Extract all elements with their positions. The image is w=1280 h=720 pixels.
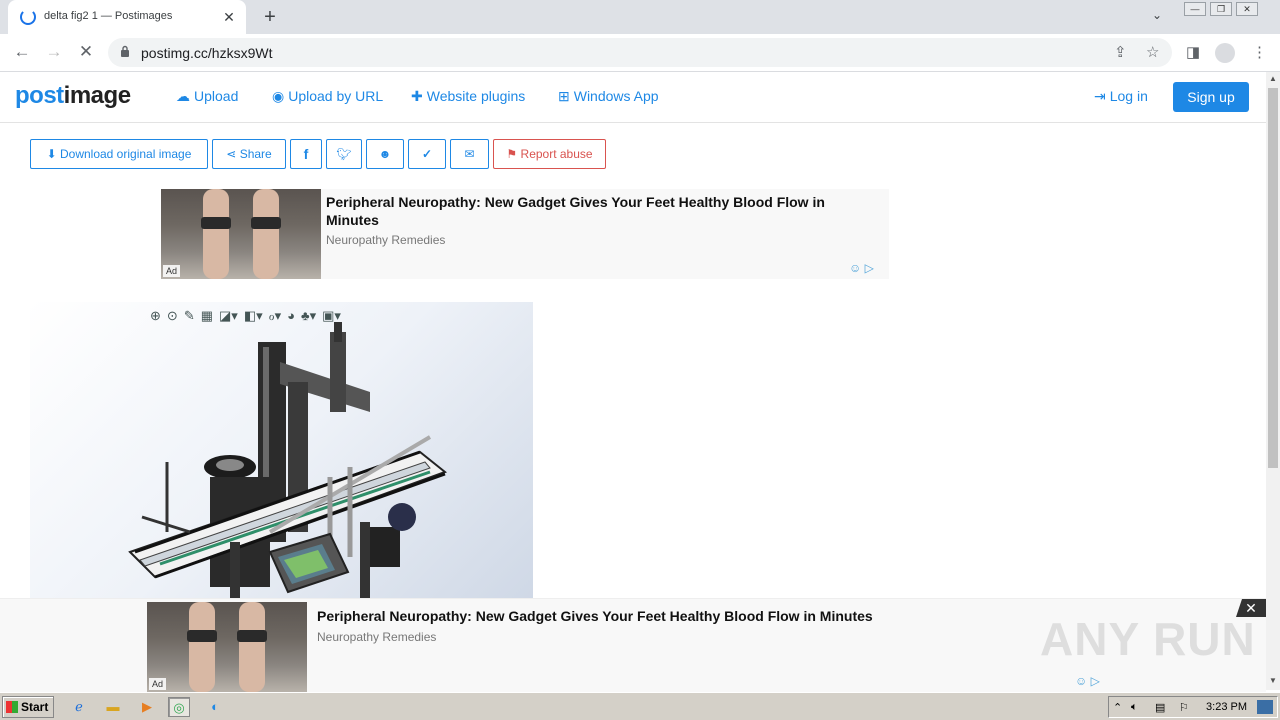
bottom-ad[interactable]: Ad Peripheral Neuropathy: New Gadget Giv…	[147, 602, 1117, 692]
start-button[interactable]: Start	[2, 696, 54, 718]
globe-icon: ◉	[272, 88, 285, 104]
minimize-icon[interactable]: —	[1184, 2, 1206, 16]
network-icon[interactable]: ▤	[1155, 701, 1165, 714]
bottom-adchoices-icon[interactable]: ☺ ▷	[1075, 674, 1100, 688]
nav-windows-app[interactable]: ⊞ Windows App	[558, 88, 659, 105]
loading-spinner-icon	[20, 9, 36, 25]
report-abuse-button[interactable]: ⚑ Report abuse	[493, 139, 606, 169]
tab-close-icon[interactable]: ✕	[220, 8, 238, 26]
share-icon: ⋖	[226, 147, 237, 161]
new-tab-icon[interactable]: +	[260, 6, 280, 29]
nav-upload[interactable]: ☁ Upload	[176, 88, 238, 105]
ad-advertiser[interactable]: Neuropathy Remedies	[326, 233, 445, 247]
share-page-icon[interactable]: ⇪	[1114, 43, 1127, 61]
share-button[interactable]: ⋖ Share	[212, 139, 286, 169]
vk-icon: ✓	[421, 147, 433, 161]
page-scrollbar[interactable]: ▲ ▼	[1266, 72, 1280, 690]
flag-icon: ⚑	[506, 147, 518, 161]
tab-title: delta fig2 1 — Postimages	[44, 10, 173, 22]
nav-login[interactable]: ⇥ Log in	[1094, 88, 1148, 105]
url-text: postimg.cc/hzksx9Wt	[141, 45, 273, 61]
back-icon[interactable]: ←	[11, 42, 33, 62]
tab-strip: delta fig2 1 — Postimages ✕ + ⌄ — ❐ ✕	[0, 0, 1280, 34]
download-icon: ⬇	[46, 147, 57, 161]
restore-icon[interactable]: ❐	[1210, 2, 1232, 16]
postimage-logo[interactable]: postimage	[15, 82, 131, 110]
internet-explorer-icon[interactable]: ℯ	[68, 697, 90, 717]
facebook-share-button[interactable]: f	[290, 139, 322, 169]
profile-avatar-icon[interactable]	[1215, 43, 1235, 63]
stop-loading-icon[interactable]: ✕	[75, 42, 97, 62]
twitter-icon: 🐦︎	[336, 147, 352, 161]
scroll-thumb[interactable]	[1268, 88, 1278, 468]
forward-icon[interactable]: →	[43, 42, 65, 62]
bookmark-star-icon[interactable]: ☆	[1146, 43, 1159, 61]
conveyor-machine-illustration	[128, 322, 448, 598]
menu-kebab-icon[interactable]: ⋮	[1252, 43, 1267, 61]
folder-icon[interactable]: ▬	[102, 697, 124, 717]
email-share-button[interactable]: ✉	[450, 139, 489, 169]
action-center-flag-icon[interactable]: ⚐	[1179, 701, 1189, 714]
ad-label: Ad	[149, 678, 167, 690]
windows-flag-icon	[6, 701, 18, 713]
anyrun-watermark: ANY RUN	[1040, 613, 1256, 665]
twitter-share-button[interactable]: 🐦︎	[326, 139, 362, 169]
windows-taskbar: Start ℯ ▬ ▶ ◎ ◐ ⌃ 🔈︎ ▤ ⚐ 3:23 PM	[0, 692, 1280, 720]
site-header: postimage ☁ Upload ◉ Upload by URL ✚ Websit…	[0, 72, 1266, 123]
bottom-ad-headline[interactable]: Peripheral Neuropathy: New Gadget Gives …	[317, 607, 1077, 625]
nav-website-plugins[interactable]: ✚ Website plugins	[411, 88, 525, 105]
show-desktop-icon[interactable]	[1257, 700, 1273, 714]
puzzle-icon: ✚	[411, 88, 423, 104]
adchoices-icon[interactable]: ☺ ▷	[849, 261, 874, 275]
bottom-ad-thumbnail[interactable]: Ad	[147, 602, 307, 692]
scroll-down-icon[interactable]: ▼	[1268, 676, 1278, 685]
bottom-ad-advertiser[interactable]: Neuropathy Remedies	[317, 630, 436, 644]
edge-icon[interactable]: ◐	[204, 697, 226, 717]
login-icon: ⇥	[1094, 88, 1106, 104]
system-tray: ⌃ 🔈︎ ▤ ⚐ 3:23 PM	[1108, 696, 1278, 718]
side-panel-icon[interactable]: ◨	[1186, 43, 1200, 61]
ad-headline[interactable]: Peripheral Neuropathy: New Gadget Gives …	[326, 193, 866, 229]
top-ad[interactable]: Ad Peripheral Neuropathy: New Gadget Giv…	[161, 189, 889, 279]
browser-tab[interactable]: delta fig2 1 — Postimages ✕	[8, 0, 246, 34]
close-window-icon[interactable]: ✕	[1236, 2, 1258, 16]
address-bar[interactable]: postimg.cc/hzksx9Wt ⇪ ☆	[108, 38, 1172, 67]
tray-expand-icon[interactable]: ⌃	[1113, 701, 1122, 714]
lock-icon	[121, 45, 129, 57]
vk-share-button[interactable]: ✓	[408, 139, 446, 169]
ad-thumbnail[interactable]: Ad	[161, 189, 321, 279]
download-original-button[interactable]: ⬇ Download original image	[30, 139, 208, 169]
signup-button[interactable]: Sign up	[1173, 82, 1249, 112]
browser-toolbar: ← → ✕ postimg.cc/hzksx9Wt ⇪ ☆ ◨ ⋮	[0, 34, 1280, 72]
cloud-upload-icon: ☁	[176, 88, 190, 104]
chrome-icon[interactable]: ◎	[168, 697, 190, 717]
clock[interactable]: 3:23 PM	[1206, 701, 1247, 713]
windows-icon: ⊞	[558, 88, 570, 104]
nav-upload-by-url[interactable]: ◉ Upload by URL	[272, 88, 383, 105]
volume-icon[interactable]: 🔈︎	[1131, 701, 1138, 714]
reddit-share-button[interactable]: ☻	[366, 139, 404, 169]
facebook-icon: f	[303, 146, 309, 162]
main-image[interactable]: ⊕ ⊙ ✎ ▦ ◪▾ ◧▾ ℴ▾ ◕ ♣▾ ▣▾	[30, 302, 533, 598]
reddit-icon: ☻	[378, 147, 392, 161]
scroll-up-icon[interactable]: ▲	[1268, 74, 1278, 83]
media-player-icon[interactable]: ▶	[136, 697, 158, 717]
ad-label: Ad	[163, 265, 181, 277]
tab-search-chevron-icon[interactable]: ⌄	[1152, 8, 1162, 22]
envelope-icon: ✉	[464, 147, 475, 161]
